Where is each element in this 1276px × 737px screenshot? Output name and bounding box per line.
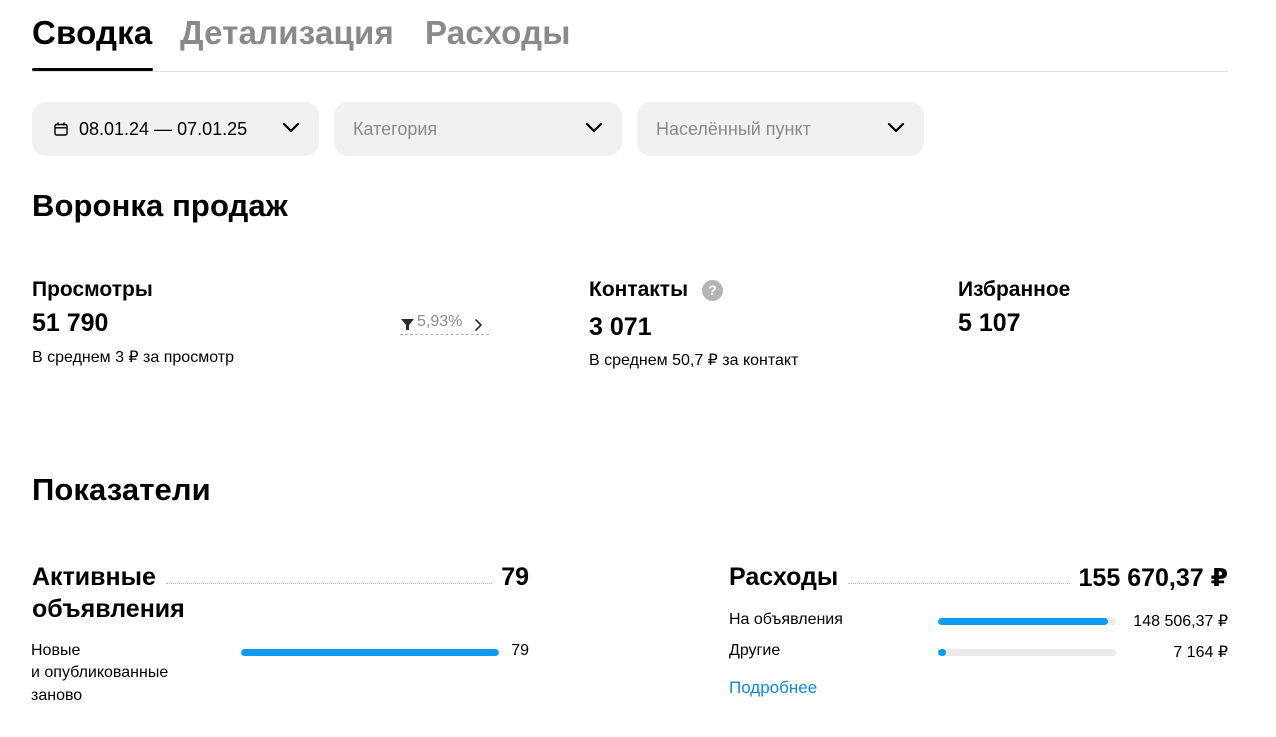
- active-ads-title-line2: объявления: [32, 595, 185, 623]
- date-range-select[interactable]: 08.01.24 — 07.01.25: [32, 102, 319, 156]
- indicators-title: Показатели: [32, 472, 211, 507]
- tab-details[interactable]: Детализация: [180, 14, 394, 52]
- new-ads-label-line2: и опубликованные: [31, 664, 169, 681]
- tab-summary[interactable]: Сводка: [32, 14, 152, 52]
- new-ads-label-line3: заново: [31, 687, 83, 704]
- chevron-down-icon: [282, 122, 300, 133]
- active-ads-value: 79: [501, 563, 529, 591]
- category-select[interactable]: Категория: [334, 102, 622, 156]
- active-ads-title-line1: Активные: [32, 563, 156, 591]
- conversion-rate: 5,93%: [417, 313, 463, 330]
- new-ads-bar: [241, 649, 499, 656]
- contacts-value: 3 071: [589, 313, 652, 341]
- tab-expenses[interactable]: Расходы: [425, 14, 571, 52]
- expenses-other-value: 7 164 ₽: [1173, 644, 1228, 661]
- new-ads-label-line1: Новые: [31, 642, 81, 659]
- expenses-ads-label: На объявления: [729, 611, 843, 628]
- views-average: В среднем 3 ₽ за просмотр: [32, 349, 234, 366]
- funnel-title: Воронка продаж: [32, 188, 288, 223]
- favorites-value: 5 107: [958, 309, 1021, 337]
- favorites-label: Избранное: [958, 278, 1071, 301]
- expenses-ads-value: 148 506,37 ₽: [1133, 613, 1228, 630]
- date-range-value: 08.01.24 — 07.01.25: [79, 119, 248, 139]
- chevron-down-icon: [585, 122, 603, 133]
- location-placeholder: Населённый пункт: [656, 119, 811, 139]
- expenses-total: 155 670,37 ₽: [1078, 564, 1228, 592]
- tab-bar: Сводка Детализация Расходы: [32, 0, 1228, 72]
- views-label: Просмотры: [32, 278, 153, 301]
- category-placeholder: Категория: [353, 119, 438, 139]
- expenses-ads-bar-fill: [938, 618, 1108, 625]
- contacts-label: Контакты: [589, 278, 689, 301]
- new-ads-value: 79: [511, 642, 529, 659]
- calendar-icon: [54, 122, 68, 136]
- conversion-rate-link[interactable]: 5,93%: [400, 313, 489, 335]
- expenses-ads-bar: [938, 618, 1116, 625]
- chevron-right-icon: [475, 319, 482, 331]
- active-tab-indicator: [32, 68, 153, 71]
- funnel-icon: [401, 319, 414, 330]
- contacts-average: В среднем 50,7 ₽ за контакт: [589, 352, 799, 369]
- location-select[interactable]: Населённый пункт: [637, 102, 924, 156]
- chevron-down-icon: [887, 122, 905, 133]
- expenses-title: Расходы: [729, 563, 839, 591]
- help-icon[interactable]: ?: [702, 280, 723, 301]
- new-ads-bar-fill: [241, 649, 499, 656]
- expenses-other-bar-fill: [938, 649, 947, 656]
- expenses-other-bar: [938, 649, 1116, 656]
- more-details-link[interactable]: Подробнее: [729, 678, 817, 698]
- views-value: 51 790: [32, 309, 109, 337]
- expenses-other-label: Другие: [729, 642, 781, 659]
